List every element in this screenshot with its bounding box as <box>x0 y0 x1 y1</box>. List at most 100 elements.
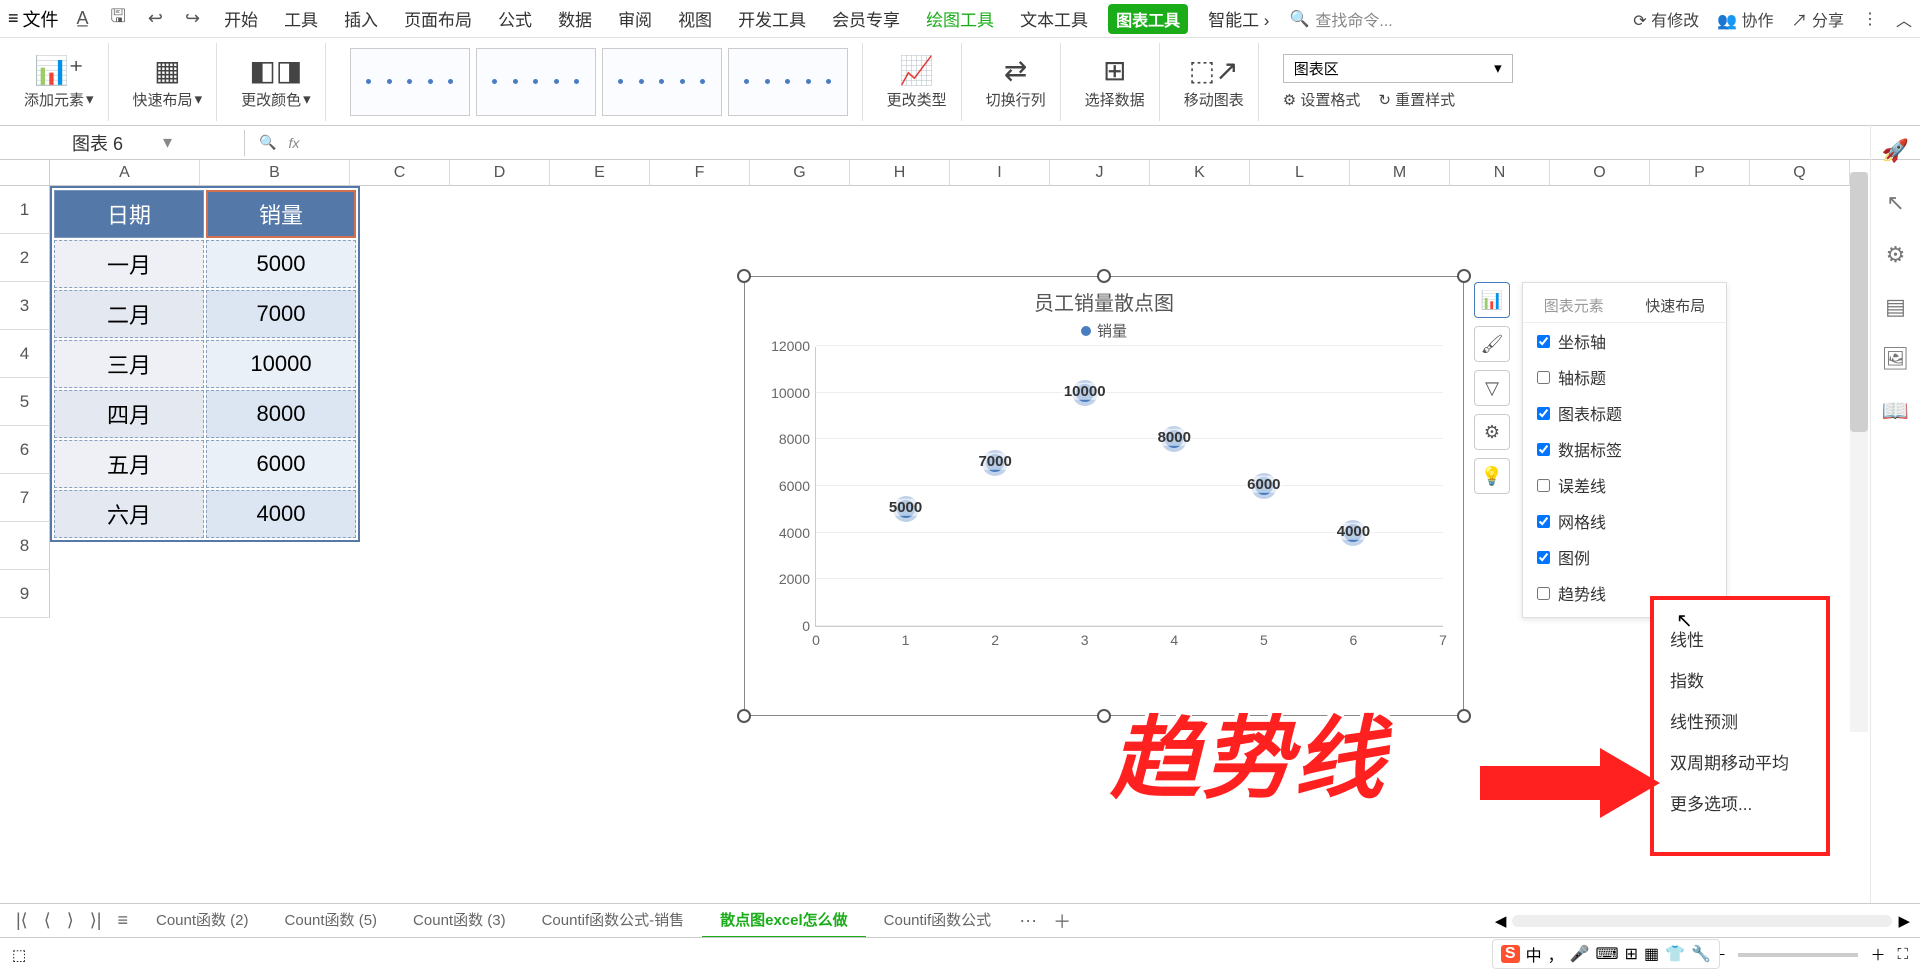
file-menu[interactable]: ≡ 文件 <box>8 6 59 32</box>
sheet-tab[interactable]: Count函数 (3) <box>395 903 524 938</box>
table-cell[interactable]: 五月 <box>54 440 204 488</box>
col-header-G[interactable]: G <box>750 160 850 186</box>
sheet-nav-prev[interactable]: ⟨ <box>38 906 57 935</box>
chart-elements-tab[interactable]: 图表元素 <box>1523 289 1625 322</box>
scatter-chart[interactable]: 员工销量散点图 销量 02000400060008000100001200001… <box>744 276 1464 716</box>
header-sales[interactable]: 销量 <box>206 190 356 238</box>
row-header-5[interactable]: 5 <box>0 378 50 426</box>
table-cell[interactable]: 三月 <box>54 340 204 388</box>
tab-text-tools[interactable]: 文本工具 <box>1014 2 1094 35</box>
table-cell[interactable]: 8000 <box>206 390 356 438</box>
table-cell[interactable]: 六月 <box>54 490 204 538</box>
chart-filter-button[interactable]: ▽ <box>1474 370 1510 406</box>
hscroll-left[interactable]: ◀ <box>1495 912 1507 930</box>
chart-style-1[interactable] <box>350 48 470 116</box>
sheet-more[interactable]: ··· <box>1013 906 1043 935</box>
col-header-D[interactable]: D <box>450 160 550 186</box>
checkbox[interactable] <box>1537 443 1550 456</box>
sheet-grid[interactable]: ABCDEFGHIJKLMNOPQ 123456789 日期 销量 一月5000… <box>0 160 1920 880</box>
ribbon-quick-layout[interactable]: ▦ 快速布局 ▾ <box>119 43 218 121</box>
sheet-nav-next[interactable]: ⟩ <box>61 906 80 935</box>
col-header-C[interactable]: C <box>350 160 450 186</box>
formula-input[interactable] <box>311 134 1711 152</box>
col-header-B[interactable]: B <box>200 160 350 186</box>
tab-data[interactable]: 数据 <box>552 2 598 35</box>
cursor-icon[interactable]: ↖ <box>1886 190 1904 216</box>
tab-review[interactable]: 审阅 <box>612 2 658 35</box>
row-header-1[interactable]: 1 <box>0 186 50 234</box>
trendline-option[interactable]: 双周期移动平均 <box>1666 741 1814 782</box>
col-header-A[interactable]: A <box>50 160 200 186</box>
chart-element-option[interactable]: 图例 <box>1523 539 1726 575</box>
redo-icon[interactable]: ↪ <box>181 8 204 29</box>
table-cell[interactable]: 5000 <box>206 240 356 288</box>
tab-view[interactable]: 视图 <box>672 2 718 35</box>
chart-idea-button[interactable]: 💡 <box>1474 458 1510 494</box>
table-cell[interactable]: 四月 <box>54 390 204 438</box>
rocket-icon[interactable]: 🚀 <box>1882 138 1909 164</box>
fullscreen-icon[interactable]: ⛶ <box>1897 946 1908 963</box>
table-cell[interactable]: 二月 <box>54 290 204 338</box>
has-changes[interactable]: ⟳ 有修改 <box>1633 7 1699 31</box>
resize-handle[interactable] <box>737 269 751 283</box>
tab-dev[interactable]: 开发工具 <box>732 2 812 35</box>
col-header-P[interactable]: P <box>1650 160 1750 186</box>
hscroll-right[interactable]: ▶ <box>1898 912 1910 930</box>
table-cell[interactable]: 10000 <box>206 340 356 388</box>
command-search[interactable]: 🔍 查找命令... <box>1289 7 1392 31</box>
share-button[interactable]: ↗ 分享 <box>1792 7 1844 31</box>
chart-title[interactable]: 员工销量散点图 <box>745 277 1463 320</box>
horizontal-scrollbar[interactable] <box>1512 915 1892 927</box>
col-header-L[interactable]: L <box>1250 160 1350 186</box>
status-mode-icon[interactable]: ⬚ <box>12 946 26 964</box>
sheet-tab[interactable]: Count函数 (5) <box>267 903 396 938</box>
tab-chart-tools[interactable]: 图表工具 <box>1108 4 1188 34</box>
tab-formula[interactable]: 公式 <box>492 2 538 35</box>
chart-style-3[interactable] <box>602 48 722 116</box>
collapse-ribbon-icon[interactable]: ︿ <box>1896 7 1912 31</box>
chart-element-option[interactable]: 误差线 <box>1523 467 1726 503</box>
col-header-E[interactable]: E <box>550 160 650 186</box>
collab-button[interactable]: 👥 协作 <box>1717 7 1773 31</box>
ribbon-switch-rowcol[interactable]: ⇄ 切换行列 <box>972 43 1061 121</box>
table-cell[interactable]: 6000 <box>206 440 356 488</box>
chart-element-option[interactable]: 轴标题 <box>1523 359 1726 395</box>
zoom-icon[interactable]: 🔍 <box>259 134 276 151</box>
ribbon-move-chart[interactable]: ⬚↗ 移动图表 <box>1170 43 1259 121</box>
sheet-nav-last[interactable]: ⟩| <box>84 906 108 935</box>
row-header-6[interactable]: 6 <box>0 426 50 474</box>
chart-settings-button[interactable]: ⚙ <box>1474 414 1510 450</box>
chart-style-4[interactable] <box>728 48 848 116</box>
table-cell[interactable]: 4000 <box>206 490 356 538</box>
reset-style-button[interactable]: ↻ 重置样式 <box>1378 89 1455 110</box>
set-format-button[interactable]: ⚙ 设置格式 <box>1283 89 1361 110</box>
quick-layout-tab[interactable]: 快速布局 <box>1625 289 1727 322</box>
chart-style-button[interactable]: 🖌 <box>1474 326 1510 362</box>
col-header-O[interactable]: O <box>1550 160 1650 186</box>
col-header-Q[interactable]: Q <box>1750 160 1850 186</box>
col-header-N[interactable]: N <box>1450 160 1550 186</box>
chart-legend[interactable]: 销量 <box>745 320 1463 347</box>
checkbox[interactable] <box>1537 479 1550 492</box>
resize-handle[interactable] <box>1457 709 1471 723</box>
plot-area[interactable]: 0200040006000800010000120000123456750007… <box>815 347 1443 627</box>
col-header-M[interactable]: M <box>1350 160 1450 186</box>
resize-handle[interactable] <box>1457 269 1471 283</box>
trendline-option[interactable]: 更多选项... <box>1666 782 1814 823</box>
chart-element-option[interactable]: 网格线 <box>1523 503 1726 539</box>
resize-handle[interactable] <box>1097 269 1111 283</box>
tab-smart-tools[interactable]: 智能工 › <box>1202 2 1275 35</box>
col-header-K[interactable]: K <box>1150 160 1250 186</box>
vertical-scrollbar[interactable] <box>1850 172 1868 732</box>
header-date[interactable]: 日期 <box>54 190 204 238</box>
col-header-H[interactable]: H <box>850 160 950 186</box>
col-header-J[interactable]: J <box>1050 160 1150 186</box>
book-icon[interactable]: 📖 <box>1882 398 1909 424</box>
ribbon-change-type[interactable]: 📈 更改类型 <box>873 43 962 121</box>
resize-handle[interactable] <box>737 709 751 723</box>
ribbon-change-color[interactable]: ◧◨ 更改颜色 ▾ <box>227 43 326 121</box>
tab-drawing-tools[interactable]: 绘图工具 <box>920 2 1000 35</box>
sheet-list-icon[interactable]: ≡ <box>111 906 134 935</box>
sheet-tab[interactable]: 散点图excel怎么做 <box>702 903 866 938</box>
settings-slider-icon[interactable]: ⚙ <box>1886 242 1906 268</box>
